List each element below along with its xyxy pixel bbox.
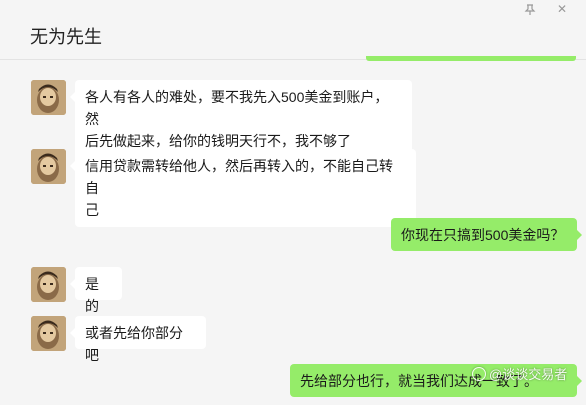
pin-icon[interactable] [524,4,536,16]
message-bubble[interactable]: 信用贷款需转给他人，然后再转入的，不能自己转自 己 [70,149,416,227]
close-icon[interactable]: ✕ [555,2,569,16]
previous-message-bubble [366,56,576,61]
message-bubble-sent[interactable]: 你现在只搞到500美金吗？ [391,218,582,251]
chat-header: 无为先生 ✕ [0,0,586,60]
chat-title: 无为先生 [30,27,102,47]
watermark: @谈谈交易者 [472,364,567,383]
message-bubble[interactable]: 是的 [70,267,122,314]
avatar[interactable] [31,316,66,351]
message-bubble[interactable]: 或者先给你部分吧 [70,316,206,363]
message-bubble[interactable]: 各人有各人的难处，要不我先入500美金到账户，然 后先做起来，给你的钱明天行不，… [70,80,412,158]
watermark-icon [472,366,486,381]
avatar[interactable] [31,267,66,302]
avatar[interactable] [31,149,66,184]
watermark-text: @谈谈交易者 [489,367,568,382]
avatar[interactable] [31,80,66,115]
